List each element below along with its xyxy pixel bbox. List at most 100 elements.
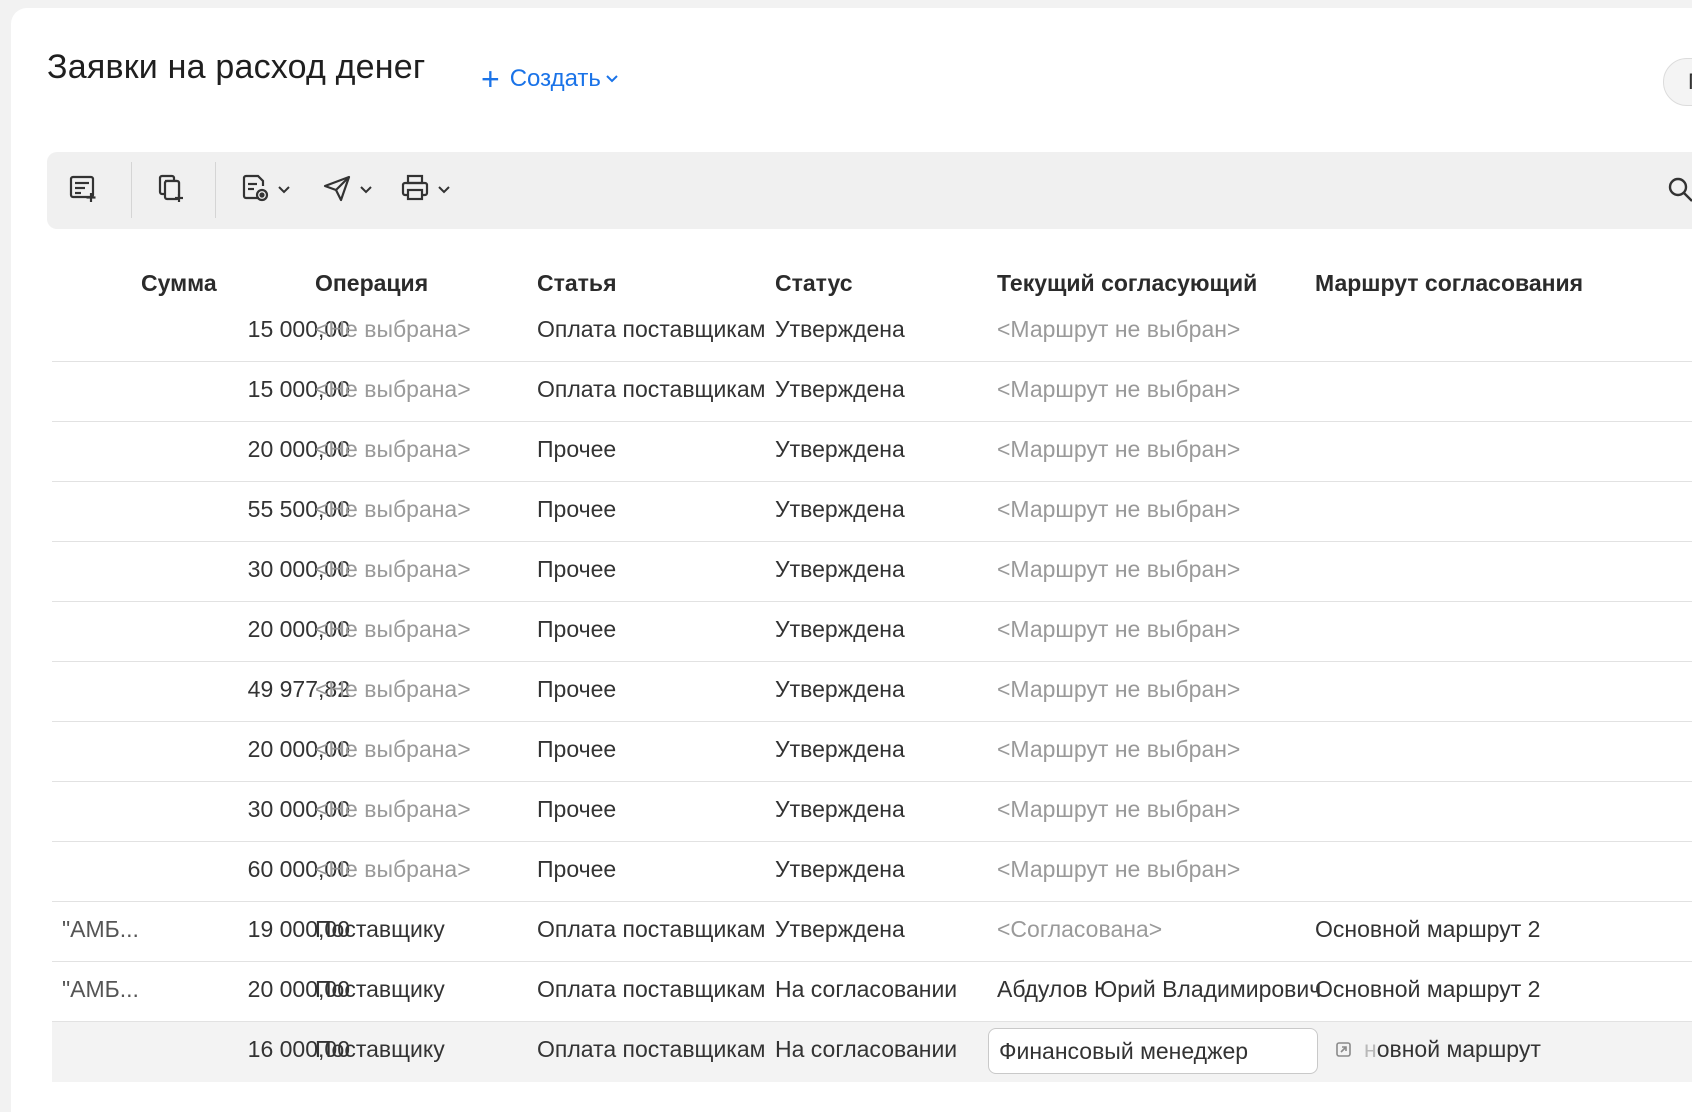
- table-row[interactable]: 49 977,82 <Не выбрана> Прочее Утверждена…: [52, 662, 1692, 722]
- plus-icon: +: [481, 61, 500, 97]
- cell-approver: Абдулов Юрий Владимирович: [997, 976, 1322, 1002]
- cell-route: новной маршрут: [1364, 1036, 1541, 1063]
- cell-operation: <Не выбрана>: [315, 796, 471, 822]
- cell-status: Утверждена: [775, 856, 905, 882]
- new-record-button[interactable]: [67, 170, 99, 210]
- cell-approver: <Маршрут не выбран>: [997, 556, 1241, 582]
- cell-article: Оплата поставщикам: [537, 376, 766, 402]
- cell-operation: <Не выбрана>: [315, 496, 471, 522]
- cell-article: Оплата поставщикам: [537, 976, 766, 1002]
- table-row[interactable]: 55 500,00 <Не выбрана> Прочее Утверждена…: [52, 482, 1692, 542]
- cell-article: Прочее: [537, 736, 617, 762]
- column-header-operation[interactable]: Операция: [315, 270, 428, 297]
- table-row[interactable]: 15 000,00 <Не выбрана> Оплата поставщика…: [52, 302, 1692, 362]
- cell-status: Утверждена: [775, 316, 905, 342]
- search-icon: [1667, 177, 1692, 208]
- cell-client: "АМБ...: [62, 976, 139, 1002]
- cell-status: Утверждена: [775, 736, 905, 762]
- document-settings-button[interactable]: [239, 170, 291, 210]
- top-right-button[interactable]: Г: [1663, 58, 1692, 106]
- cell-status: Утверждена: [775, 496, 905, 522]
- cell-article: Прочее: [537, 676, 617, 702]
- cell-article: Прочее: [537, 796, 617, 822]
- cell-status: Утверждена: [775, 796, 905, 822]
- send-icon: [321, 172, 353, 209]
- table-row[interactable]: 15 000,00 <Не выбрана> Оплата поставщика…: [52, 362, 1692, 422]
- cell-article: Прочее: [537, 436, 617, 462]
- cell-approver: <Маршрут не выбран>: [997, 676, 1241, 702]
- table-row[interactable]: 20 000,00 <Не выбрана> Прочее Утверждена…: [52, 422, 1692, 482]
- print-icon: [399, 172, 431, 209]
- cell-operation: <Не выбрана>: [315, 316, 471, 342]
- cell-operation: <Не выбрана>: [315, 616, 471, 642]
- top-right-button-label: Г: [1688, 69, 1692, 94]
- table-row[interactable]: "АМБ... 20 000,00 Поставщику Оплата пост…: [52, 962, 1692, 1022]
- cell-status: На согласовании: [775, 1036, 958, 1062]
- cell-approver: <Маршрут не выбран>: [997, 496, 1241, 522]
- cell-operation: <Не выбрана>: [315, 376, 471, 402]
- cell-article: Прочее: [537, 556, 617, 582]
- cell-route-text: овной маршрут: [1376, 1036, 1541, 1062]
- cell-approver: <Согласована>: [997, 916, 1163, 942]
- cell-status: Утверждена: [775, 436, 905, 462]
- cell-operation: <Не выбрана>: [315, 556, 471, 582]
- toolbar: [47, 152, 1692, 229]
- cell-operation: <Не выбрана>: [315, 856, 471, 882]
- table-row[interactable]: 20 000,00 <Не выбрана> Прочее Утверждена…: [52, 722, 1692, 782]
- print-button[interactable]: [399, 170, 451, 210]
- cell-status: Утверждена: [775, 916, 905, 942]
- table-row-selected[interactable]: 16 000,00 Поставщику Оплата поставщикам …: [52, 1022, 1692, 1082]
- create-button-label: Создать: [509, 65, 601, 92]
- page-title: Заявки на расход денег: [47, 48, 426, 86]
- toolbar-divider: [215, 162, 216, 218]
- main-panel: Заявки на расход денег + Создать Г: [11, 8, 1692, 1112]
- cell-operation: Поставщику: [315, 916, 445, 942]
- cell-approver: <Маршрут не выбран>: [997, 796, 1241, 822]
- chevron-down-icon: [359, 185, 373, 195]
- cell-status: Утверждена: [775, 556, 905, 582]
- column-header-route[interactable]: Маршрут согласования: [1315, 270, 1583, 297]
- table-row[interactable]: "АМБ... 19 000,00 Поставщику Оплата пост…: [52, 902, 1692, 962]
- column-header-article[interactable]: Статья: [537, 270, 617, 297]
- copy-button[interactable]: [155, 170, 187, 210]
- approver-input[interactable]: Финансовый менеджер: [988, 1028, 1318, 1074]
- cell-approver: <Маршрут не выбран>: [997, 436, 1241, 462]
- chevron-down-icon: [437, 185, 451, 195]
- cell-operation: <Не выбрана>: [315, 436, 471, 462]
- column-header-status[interactable]: Статус: [775, 270, 853, 297]
- cell-status: Утверждена: [775, 376, 905, 402]
- table-row[interactable]: 60 000,00 <Не выбрана> Прочее Утверждена…: [52, 842, 1692, 902]
- cell-approver: <Маршрут не выбран>: [997, 856, 1241, 882]
- copy-icon: [155, 172, 187, 209]
- column-header-approver[interactable]: Текущий согласующий: [997, 270, 1257, 297]
- chevron-down-icon: [277, 185, 291, 195]
- chevron-down-icon: [605, 74, 619, 84]
- route-link-icon[interactable]: [1334, 1040, 1354, 1065]
- table-row[interactable]: 20 000,00 <Не выбрана> Прочее Утверждена…: [52, 602, 1692, 662]
- table-row[interactable]: 30 000,00 <Не выбрана> Прочее Утверждена…: [52, 542, 1692, 602]
- cell-operation: Поставщику: [315, 976, 445, 1002]
- cell-approver: <Маршрут не выбран>: [997, 316, 1241, 342]
- document-settings-icon: [239, 172, 271, 209]
- cell-operation: Поставщику: [315, 1036, 445, 1062]
- table-row[interactable]: 30 000,00 <Не выбрана> Прочее Утверждена…: [52, 782, 1692, 842]
- cell-article: Оплата поставщикам: [537, 916, 766, 942]
- cell-client: "АМБ...: [62, 916, 139, 942]
- cell-article: Оплата поставщикам: [537, 316, 766, 342]
- cell-operation: <Не выбрана>: [315, 736, 471, 762]
- cell-operation: <Не выбрана>: [315, 676, 471, 702]
- cell-approver: <Маршрут не выбран>: [997, 736, 1241, 762]
- table-header: Сумма Операция Статья Статус Текущий сог…: [11, 258, 1692, 308]
- cell-route: Основной маршрут 2: [1315, 916, 1541, 942]
- toolbar-divider: [131, 162, 132, 218]
- cell-route-cut-letter: н: [1364, 1036, 1377, 1062]
- cell-route: Основной маршрут 2: [1315, 976, 1541, 1002]
- send-button[interactable]: [321, 170, 373, 210]
- cell-status: На согласовании: [775, 976, 958, 1002]
- column-header-sum[interactable]: Сумма: [141, 270, 217, 297]
- cell-status: Утверждена: [775, 616, 905, 642]
- create-button[interactable]: + Создать: [481, 63, 619, 95]
- search-button[interactable]: [1667, 176, 1692, 209]
- cell-approver: <Маршрут не выбран>: [997, 616, 1241, 642]
- cell-article: Прочее: [537, 856, 617, 882]
